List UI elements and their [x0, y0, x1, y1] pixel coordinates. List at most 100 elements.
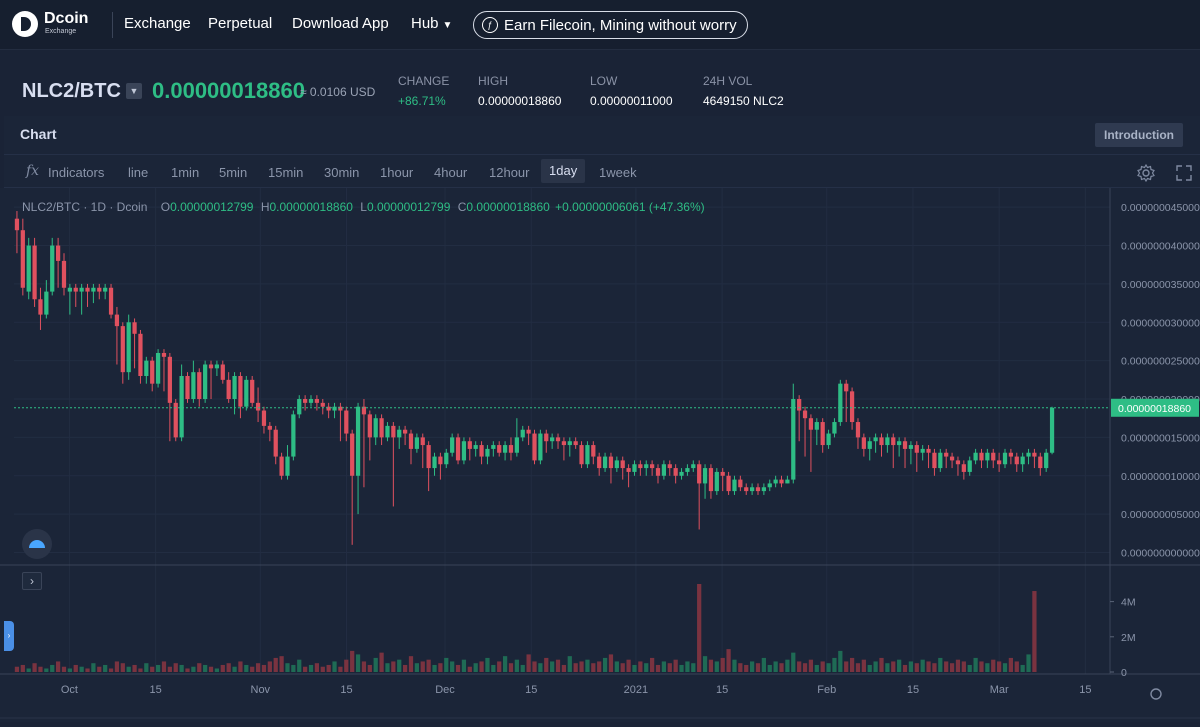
nav-hub[interactable]: Hub ▼: [411, 15, 452, 32]
candle-body: [597, 456, 602, 469]
brand-sub: Exchange: [45, 28, 77, 35]
x-tick-label: Nov: [251, 684, 271, 696]
volume-bar: [208, 666, 214, 672]
candle-body: [585, 445, 590, 465]
volume-bar: [67, 668, 72, 672]
volume-bar: [355, 654, 361, 672]
candlestick-chart[interactable]: 0.000000045000 0.000000040000 0.0000000350…: [0, 188, 1200, 722]
legend-close: 0.00000018860: [466, 200, 550, 214]
tradingview-logo-icon[interactable]: [22, 529, 52, 559]
candle-body: [297, 399, 302, 415]
volume-bar: [579, 661, 584, 672]
volume-bar: [120, 663, 125, 672]
volume-bar: [132, 664, 137, 672]
brand-name: Dcoin: [44, 10, 89, 27]
volume-bar: [197, 663, 202, 672]
volume-bar: [791, 652, 796, 672]
interval-12hour[interactable]: 12hour: [489, 165, 529, 180]
interval-line[interactable]: line: [128, 165, 148, 180]
interval-1min[interactable]: 1min: [171, 165, 199, 180]
interval-1week[interactable]: 1week: [599, 165, 637, 180]
volume-bar: [438, 663, 443, 672]
indicators-button[interactable]: Indicators: [48, 165, 104, 180]
volume-tick-label: 0: [1121, 667, 1127, 679]
volume-bar: [920, 659, 925, 672]
volume-bar: [1002, 663, 1008, 672]
volume-bar: [761, 657, 766, 672]
volume-bar: [402, 664, 408, 672]
interval-4hour[interactable]: 4hour: [434, 165, 467, 180]
chevron-right-icon[interactable]: ›: [22, 572, 42, 590]
volume-bar: [244, 664, 249, 672]
candle-body: [991, 452, 996, 461]
volume-bar: [255, 663, 261, 672]
volume-bar: [14, 666, 20, 672]
earn-filecoin-button[interactable]: ƒ Earn Filecoin, Mining without worry: [473, 11, 748, 39]
introduction-button[interactable]: Introduction: [1095, 123, 1183, 147]
trading-pair[interactable]: NLC2/BTC: [22, 80, 121, 103]
candle-body: [867, 441, 872, 449]
x-tick-label: 15: [525, 684, 537, 696]
candle-body: [385, 425, 390, 438]
candle-body: [26, 245, 31, 292]
last-price-tag-label: 0.00000018860: [1118, 403, 1191, 415]
interval-30min[interactable]: 30min: [324, 165, 359, 180]
volume-bar: [938, 657, 943, 672]
volume-bar: [291, 664, 296, 672]
chart-area[interactable]: 0.000000045000 0.000000040000 0.0000000350…: [0, 188, 1200, 722]
candle-body: [203, 364, 208, 400]
indicators-fx-icon[interactable]: fx: [26, 163, 39, 179]
nav-perpetual[interactable]: Perpetual: [208, 15, 272, 32]
chart-settings-gear-icon[interactable]: [1136, 163, 1156, 183]
candle-body: [738, 479, 743, 488]
dcoin-logo[interactable]: Dcoin Exchange: [12, 10, 92, 38]
volume-bar: [226, 663, 231, 672]
candle-body: [708, 468, 714, 492]
candle-body: [120, 326, 125, 373]
volume-bar: [338, 666, 343, 672]
candle-body: [832, 422, 837, 434]
nav-download-app[interactable]: Download App: [292, 15, 389, 32]
candle-body: [150, 360, 155, 384]
volume-bar: [973, 657, 978, 672]
volume-bar: [773, 661, 778, 672]
candle-body: [79, 287, 84, 292]
candle-body: [497, 445, 502, 453]
volume-bar: [126, 666, 131, 672]
volume-bar: [849, 657, 855, 672]
candle-body: [1002, 452, 1008, 465]
volume-bar: [697, 584, 702, 672]
volume-bar: [267, 661, 272, 672]
legend-open-key: O: [160, 200, 171, 214]
interval-1day[interactable]: 1day: [541, 159, 586, 183]
candle-body: [620, 460, 625, 469]
candle-body: [544, 433, 549, 442]
candle-body: [908, 445, 914, 449]
candle-body: [985, 452, 990, 461]
volume-bar: [73, 664, 78, 672]
candle-body: [55, 245, 61, 261]
nav-exchange[interactable]: Exchange: [124, 15, 191, 32]
candle-body: [185, 376, 190, 400]
interval-5min[interactable]: 5min: [219, 165, 247, 180]
candle-body: [426, 445, 431, 469]
interval-15min[interactable]: 15min: [268, 165, 303, 180]
candle-body: [461, 441, 467, 461]
change-label: CHANGE: [398, 74, 450, 88]
candle-body: [244, 379, 249, 407]
volume-bar: [279, 656, 284, 672]
side-panel-toggle-icon[interactable]: ›: [4, 621, 14, 651]
volume-bar: [261, 664, 267, 672]
pair-dropdown-icon[interactable]: ▼: [126, 83, 142, 99]
candle-body: [73, 287, 78, 292]
candle-body: [279, 456, 284, 476]
candle-body: [208, 364, 214, 369]
candle-body: [108, 287, 114, 315]
candle-body: [673, 468, 678, 476]
fullscreen-expand-icon[interactable]: [1174, 163, 1194, 183]
volume-bar: [985, 663, 990, 672]
interval-1hour[interactable]: 1hour: [380, 165, 413, 180]
candle-body: [238, 376, 243, 407]
volume-bar: [673, 659, 678, 672]
legend-symbol: NLC2/BTC · 1D · Dcoin: [22, 200, 148, 214]
